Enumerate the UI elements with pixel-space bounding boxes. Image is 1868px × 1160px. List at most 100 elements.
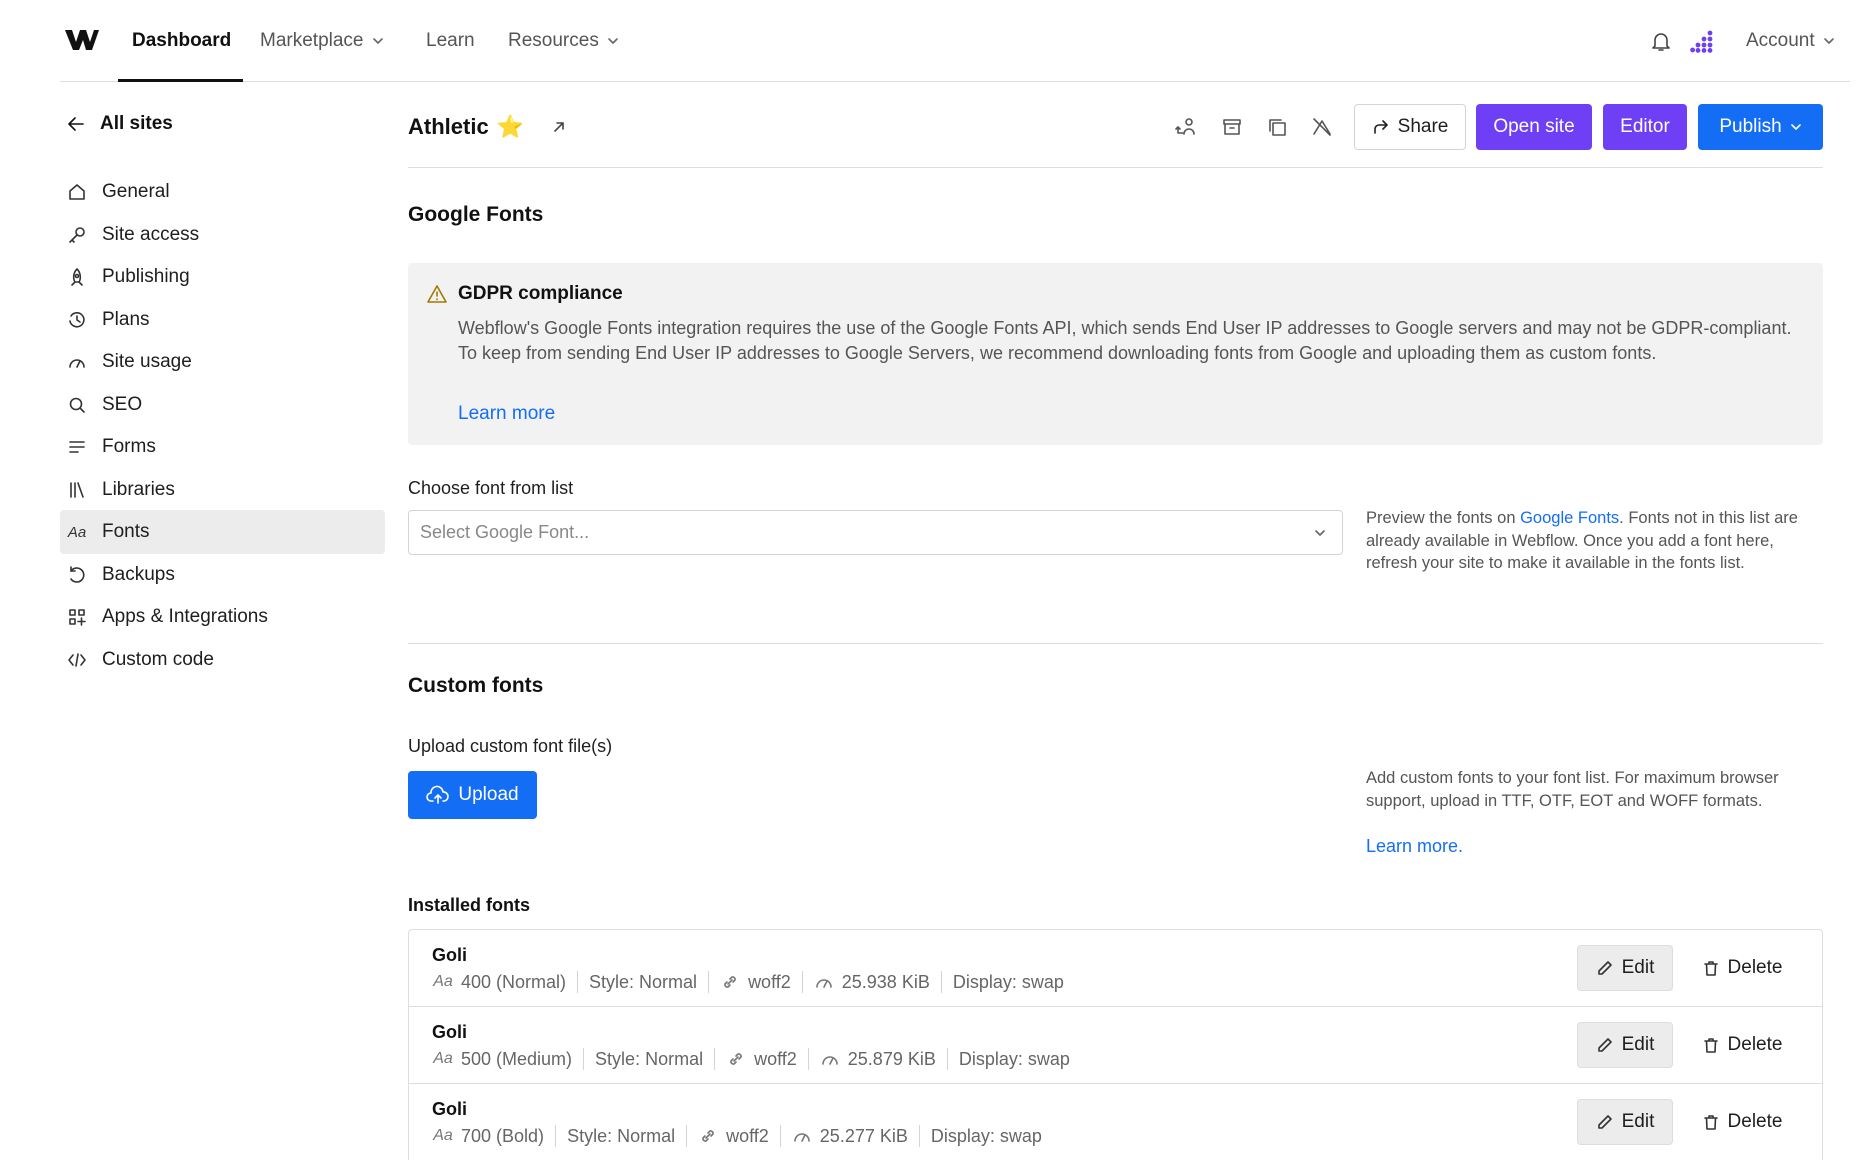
- font-meta: Aa 400 (Normal) Style: Normal woff2 25.9…: [433, 971, 1075, 993]
- delete-font-button[interactable]: Delete: [1687, 945, 1797, 991]
- sidebar-item-plans[interactable]: Plans: [60, 298, 385, 342]
- gdpr-text: Webflow's Google Fonts integration requi…: [458, 318, 1792, 363]
- gauge-icon: [66, 351, 88, 373]
- sidebar-item-label: SEO: [102, 394, 143, 415]
- font-display: Display: swap: [958, 1048, 1070, 1069]
- sidebar-item-libraries[interactable]: Libraries: [60, 468, 385, 512]
- edit-font-button[interactable]: Edit: [1577, 945, 1673, 991]
- font-style: Style: Normal: [567, 1125, 676, 1146]
- font-style-cell: Style: Normal: [583, 1048, 714, 1070]
- font-display-cell: Display: swap: [918, 1125, 1053, 1147]
- gdpr-learn-more-link[interactable]: Learn more: [458, 403, 555, 425]
- apps-icon: [66, 606, 88, 628]
- nav-learn[interactable]: Learn: [426, 0, 475, 82]
- font-display-cell: Display: swap: [940, 971, 1075, 993]
- sidebar-item-backups[interactable]: Backups: [60, 553, 385, 597]
- gdpr-title: GDPR compliance: [458, 283, 623, 304]
- share-button[interactable]: Share: [1354, 104, 1466, 150]
- apps-dots-icon[interactable]: [1690, 29, 1714, 53]
- publish-button[interactable]: Publish: [1698, 104, 1823, 150]
- delete-font-button[interactable]: Delete: [1687, 1022, 1797, 1068]
- sidebar-item-site-access[interactable]: Site access: [60, 213, 385, 257]
- favorite-star-icon[interactable]: ⭐: [497, 114, 524, 140]
- gdpr-notice: GDPR compliance Webflow's Google Fonts i…: [408, 263, 1823, 445]
- account-menu[interactable]: Account: [1746, 0, 1835, 82]
- home-icon: [66, 181, 88, 203]
- font-size-cell: 25.938 KiB: [801, 971, 941, 993]
- installed-fonts-list: Goli Aa 400 (Normal) Style: Normal woff2…: [408, 929, 1823, 1160]
- font-style: Style: Normal: [595, 1048, 704, 1069]
- sidebar-item-custom-code[interactable]: Custom code: [60, 638, 385, 682]
- sidebar-item-seo[interactable]: SEO: [60, 383, 385, 427]
- edit-font-button[interactable]: Edit: [1577, 1099, 1673, 1145]
- font-display: Display: swap: [952, 971, 1064, 992]
- warning-icon: [427, 285, 447, 303]
- libraries-icon: [66, 479, 88, 501]
- link-icon: [724, 976, 736, 988]
- pencil-icon: [1597, 961, 1612, 975]
- sidebar-item-label: Apps & Integrations: [102, 606, 268, 627]
- webflow-logo-icon[interactable]: [64, 28, 100, 52]
- sidebar-item-site-usage[interactable]: Site usage: [60, 340, 385, 384]
- google-fonts-link[interactable]: Google Fonts: [1520, 509, 1619, 527]
- custom-fonts-learn-more-link[interactable]: Learn more.: [1366, 836, 1463, 857]
- editor-button[interactable]: Editor: [1603, 104, 1687, 150]
- top-navigation: Dashboard Marketplace Learn Resources Ac…: [60, 0, 1850, 82]
- font-display: Display: swap: [930, 1125, 1042, 1146]
- search-icon: [66, 394, 88, 416]
- unpublish-icon[interactable]: [1311, 116, 1333, 138]
- chevron-down-icon: [1315, 530, 1325, 536]
- trash-icon: [1703, 1115, 1718, 1130]
- font-size: 25.277 KiB: [819, 1125, 908, 1146]
- sidebar-item-publishing[interactable]: Publishing: [60, 255, 385, 299]
- font-format: woff2: [754, 1048, 797, 1069]
- external-link-icon[interactable]: [550, 118, 568, 136]
- font-format: woff2: [748, 971, 791, 992]
- upload-label: Upload: [458, 784, 519, 805]
- font-row: Goli Aa 500 (Medium) Style: Normal woff2…: [409, 1007, 1822, 1084]
- nav-resources-label: Resources: [508, 30, 599, 51]
- all-sites-link[interactable]: All sites: [66, 113, 173, 135]
- sidebar-item-label: Plans: [102, 309, 150, 330]
- sidebar-item-fonts[interactable]: Aa Fonts: [60, 510, 385, 554]
- font-size: 25.879 KiB: [847, 1048, 936, 1069]
- delete-font-button[interactable]: Delete: [1687, 1099, 1797, 1145]
- choose-font-label: Choose font from list: [408, 478, 574, 498]
- nav-marketplace[interactable]: Marketplace: [260, 0, 384, 82]
- trash-icon: [1703, 1038, 1718, 1053]
- transfer-site-icon[interactable]: [1175, 116, 1197, 138]
- font-weight-icon: Aa: [433, 973, 453, 990]
- nav-dashboard[interactable]: Dashboard: [132, 0, 231, 82]
- font-format-cell: woff2: [714, 1048, 808, 1070]
- open-site-button[interactable]: Open site: [1476, 104, 1592, 150]
- font-style: Style: Normal: [589, 971, 698, 992]
- sidebar-item-apps-integrations[interactable]: Apps & Integrations: [60, 595, 385, 639]
- font-size-cell: 25.879 KiB: [807, 1048, 947, 1070]
- chevron-down-icon: [1790, 124, 1801, 130]
- font-meta: Aa 700 (Bold) Style: Normal woff2 25.277…: [433, 1125, 1053, 1147]
- duplicate-icon[interactable]: [1266, 116, 1288, 138]
- upload-button[interactable]: Upload: [408, 771, 537, 819]
- google-font-select[interactable]: Select Google Font...: [408, 510, 1343, 555]
- link-icon: [702, 1130, 714, 1142]
- archive-icon[interactable]: [1221, 116, 1243, 138]
- google-fonts-title: Google Fonts: [408, 203, 544, 226]
- cloud-upload-icon: [426, 785, 450, 804]
- gauge-icon: [821, 1056, 838, 1065]
- section-divider: [408, 643, 1823, 644]
- font-weight: 400 (Normal): [461, 971, 567, 992]
- open-site-label: Open site: [1493, 116, 1575, 137]
- gauge-icon: [793, 1133, 810, 1142]
- edit-font-button[interactable]: Edit: [1577, 1022, 1673, 1068]
- font-weight-cell: Aa 400 (Normal): [433, 971, 577, 993]
- custom-fonts-title: Custom fonts: [408, 674, 544, 697]
- font-size: 25.938 KiB: [841, 971, 930, 992]
- sidebar-item-general[interactable]: General: [60, 170, 385, 214]
- sidebar-item-forms[interactable]: Forms: [60, 425, 385, 469]
- font-name: Goli: [432, 1022, 467, 1042]
- nav-resources[interactable]: Resources: [508, 0, 619, 82]
- sidebar-item-label: Site usage: [102, 351, 192, 372]
- google-fonts-help: Preview the fonts on Google Fonts. Fonts…: [1366, 507, 1826, 575]
- pencil-icon: [1597, 1038, 1612, 1052]
- bell-icon[interactable]: [1650, 30, 1672, 52]
